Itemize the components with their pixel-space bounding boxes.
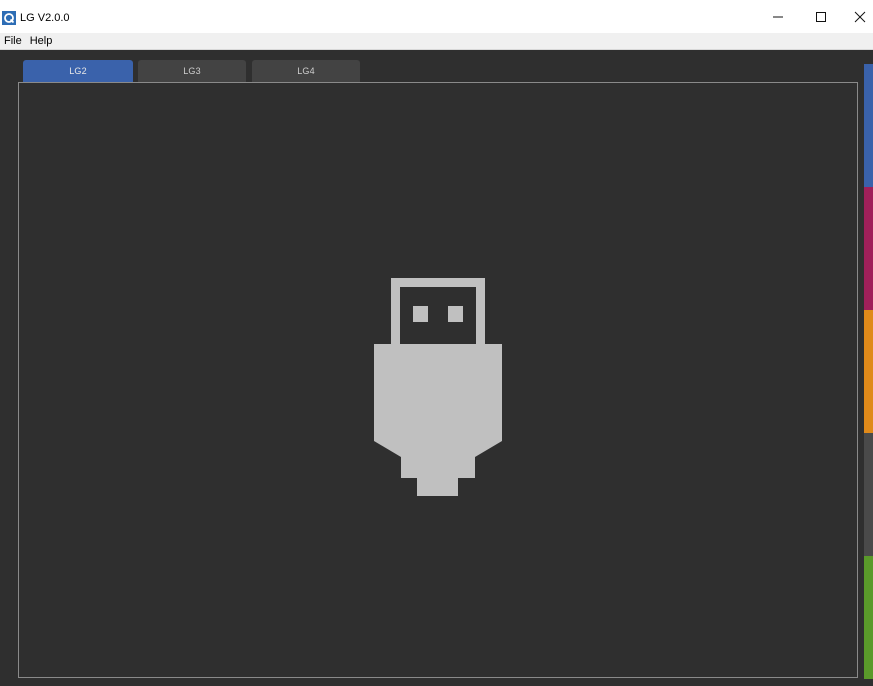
app-logo-icon: [2, 11, 16, 25]
menu-help[interactable]: Help: [26, 34, 57, 48]
tab-lg4[interactable]: LG4: [252, 60, 360, 82]
menu-file[interactable]: File: [0, 34, 26, 48]
menu-bar: File Help: [0, 33, 873, 50]
status-strip-blue: [864, 64, 873, 187]
minimize-icon: [773, 16, 783, 17]
usb-disconnected-icon: [374, 278, 502, 496]
app-window: LG V2.0.0 File Help LG2 LG3 LG4: [0, 0, 873, 686]
status-strip-magenta: [864, 187, 873, 310]
title-bar: LG V2.0.0: [0, 0, 873, 33]
tab-lg3[interactable]: LG3: [138, 60, 246, 82]
minimize-button[interactable]: [758, 0, 798, 33]
status-strip-green: [864, 556, 873, 679]
close-button[interactable]: [840, 0, 873, 33]
status-strip-orange: [864, 310, 873, 433]
content-panel: [18, 82, 858, 678]
tab-lg2[interactable]: LG2: [23, 60, 133, 82]
maximize-icon: [816, 11, 826, 22]
status-strip-gray: [864, 433, 873, 556]
close-icon: [854, 11, 866, 22]
maximize-button[interactable]: [801, 0, 841, 33]
window-title: LG V2.0.0: [20, 12, 70, 24]
